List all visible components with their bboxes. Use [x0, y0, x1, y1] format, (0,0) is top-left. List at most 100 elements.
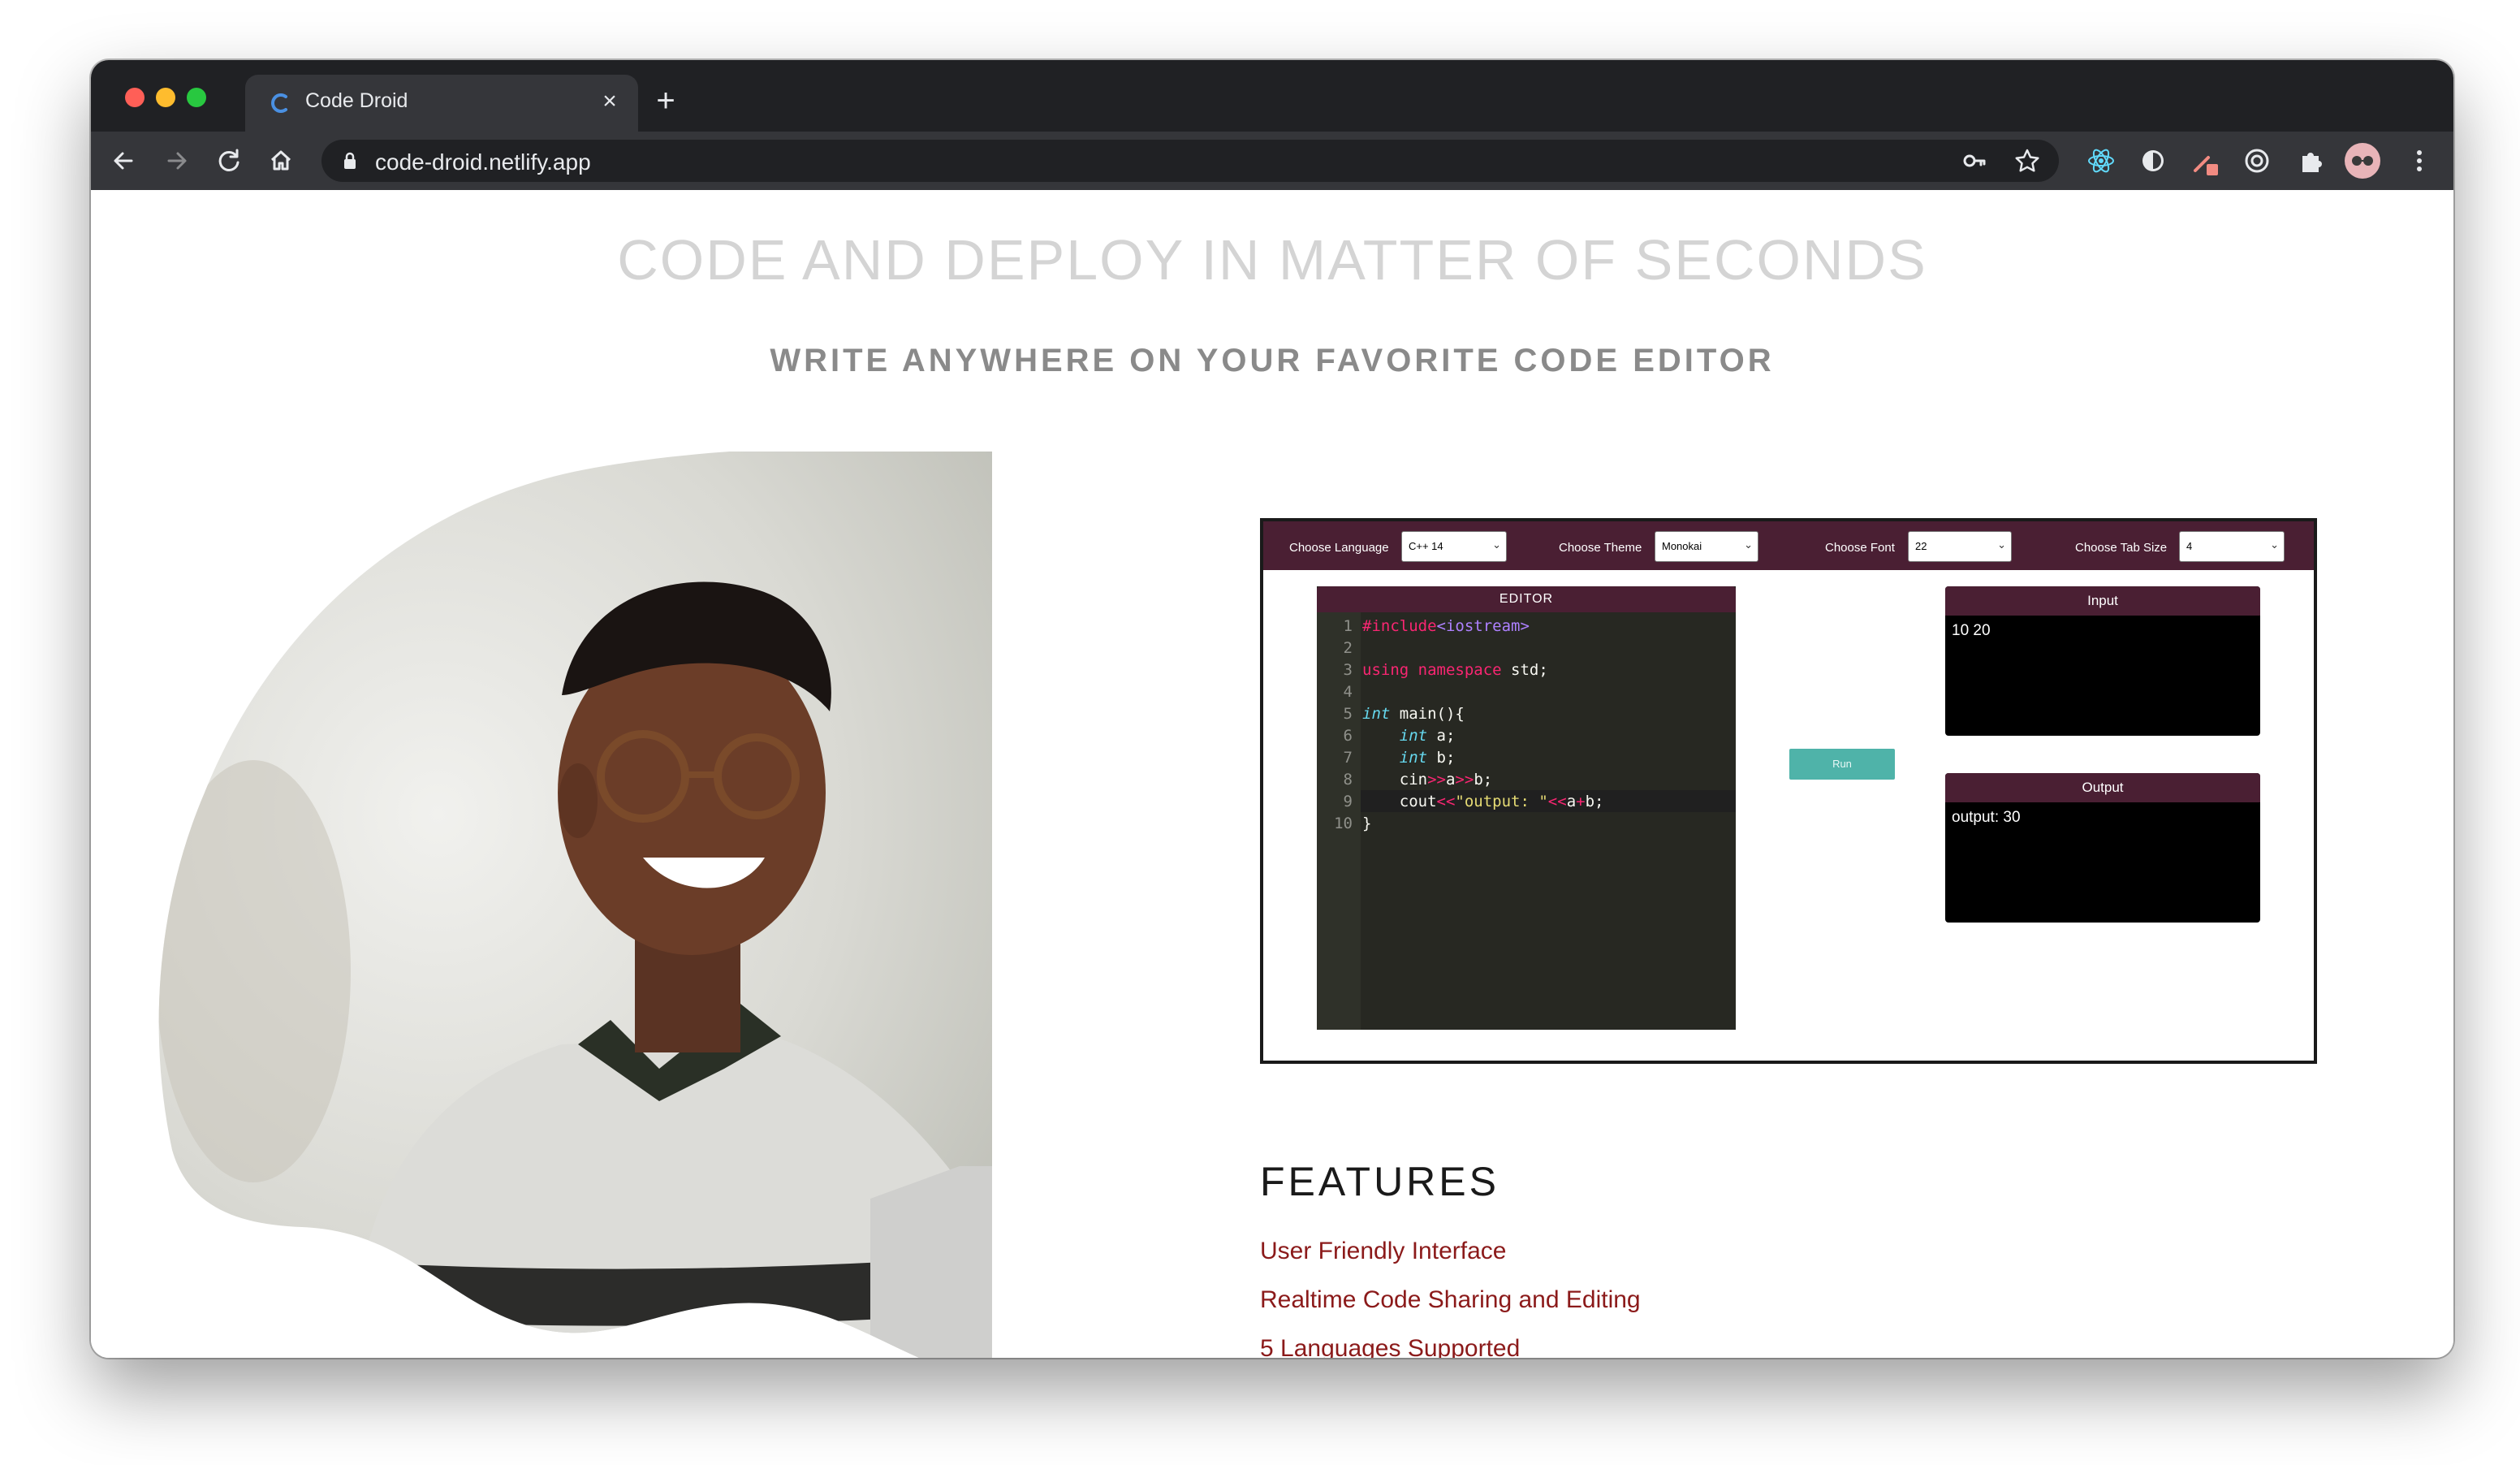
code-line[interactable]: int b; — [1362, 749, 1456, 767]
code-token: int — [1362, 727, 1428, 745]
code-token: main(){ — [1390, 705, 1465, 723]
key-icon[interactable] — [1961, 148, 1987, 174]
home-icon[interactable] — [263, 143, 299, 179]
hero-title: CODE AND DEPLOY IN MATTER OF SECONDS — [617, 228, 1927, 292]
code-line[interactable]: using namespace std; — [1362, 661, 1548, 679]
line-number: 1 — [1343, 617, 1353, 635]
code-token: b; — [1474, 771, 1493, 789]
back-icon[interactable] — [106, 143, 141, 179]
line-number: 8 — [1343, 771, 1353, 789]
theme-label: Choose Theme — [1559, 541, 1642, 555]
reload-icon[interactable] — [211, 143, 247, 179]
language-value: C++ 14 — [1409, 540, 1443, 552]
line-number: 3 — [1343, 661, 1353, 679]
code-token: cin — [1362, 771, 1428, 789]
font-value: 22 — [1915, 540, 1927, 552]
code-token: << — [1547, 793, 1567, 810]
new-tab-button[interactable]: + — [649, 84, 682, 119]
address-bar[interactable]: code-droid.netlify.app — [321, 140, 2059, 182]
target-icon[interactable] — [2239, 143, 2275, 179]
output-text: output: 30 — [1952, 809, 2021, 826]
line-number: 6 — [1343, 727, 1353, 745]
browser-window: Code Droid × + code-droid.netlify.app CO… — [91, 60, 2453, 1358]
hero-photo — [158, 452, 992, 1358]
chevron-down-icon: ⌄ — [2270, 538, 2279, 551]
line-number: 10 — [1334, 815, 1353, 832]
url-text[interactable]: code-droid.netlify.app — [375, 149, 591, 175]
code-token: a; — [1427, 727, 1456, 745]
tab-title: Code Droid — [305, 89, 408, 112]
extension-icon[interactable] — [2135, 143, 2171, 179]
output-title: Output — [1945, 773, 2260, 802]
language-label: Choose Language — [1289, 541, 1389, 555]
eyedropper-icon[interactable] — [2187, 143, 2223, 179]
input-field[interactable]: 10 20 — [1952, 622, 1991, 640]
run-button[interactable]: Run — [1789, 749, 1895, 780]
code-line[interactable]: int main(){ — [1362, 705, 1465, 723]
forward-icon[interactable] — [159, 143, 195, 179]
line-number: 9 — [1343, 793, 1353, 810]
tab-size-select[interactable]: 4 ⌄ — [2179, 531, 2285, 562]
input-title: Input — [1945, 586, 2260, 616]
tab-size-value: 4 — [2186, 540, 2193, 552]
browser-toolbar: code-droid.netlify.app — [91, 132, 2453, 190]
avatar-glasses-icon — [2352, 156, 2373, 166]
code-token: b; — [1585, 793, 1604, 810]
theme-value: Monokai — [1662, 540, 1702, 552]
code-line[interactable]: cin>>a>>b; — [1362, 771, 1492, 789]
close-tab-icon[interactable]: × — [596, 88, 624, 115]
code-token: using namespace — [1362, 661, 1502, 679]
feature-item: 5 Languages Supported — [1260, 1335, 1521, 1358]
code-droid-favicon-icon — [271, 93, 287, 113]
feature-item: Realtime Code Sharing and Editing — [1260, 1286, 1641, 1313]
code-line[interactable]: } — [1362, 815, 1371, 832]
tab-size-label: Choose Tab Size — [2075, 541, 2168, 555]
avatar[interactable] — [2345, 143, 2380, 179]
code-line[interactable]: #include<iostream> — [1362, 617, 1530, 635]
line-number-gutter: 1 2 3 4 5 6 7 8 9 10 — [1317, 612, 1361, 1030]
code-line[interactable]: cout<<"output: "<<a+b; — [1362, 793, 1604, 810]
code-token: a — [1445, 771, 1456, 789]
features-heading: FEATURES — [1260, 1159, 1499, 1204]
code-editor-widget: Choose Language C++ 14 ⌄ Choose Theme Mo… — [1260, 518, 2317, 1064]
theme-select[interactable]: Monokai ⌄ — [1655, 531, 1758, 562]
code-editor[interactable]: EDITOR 1 2 3 4 5 6 7 8 9 10 #include<ios… — [1317, 586, 1736, 1030]
feature-item: User Friendly Interface — [1260, 1238, 1507, 1264]
code-token: std; — [1501, 661, 1548, 679]
editor-options-bar: Choose Language C++ 14 ⌄ Choose Theme Mo… — [1263, 521, 2314, 570]
editor-title: EDITOR — [1317, 586, 1736, 612]
code-token: #include — [1362, 617, 1437, 635]
tab-code-droid[interactable]: Code Droid × — [245, 75, 638, 132]
code-token: int — [1362, 705, 1391, 723]
line-number: 4 — [1343, 683, 1353, 701]
code-token: "output: " — [1455, 793, 1548, 810]
close-window-button[interactable] — [125, 88, 145, 107]
code-token: <iostream> — [1436, 617, 1530, 635]
react-devtools-icon[interactable] — [2083, 143, 2119, 179]
line-number: 7 — [1343, 749, 1353, 767]
font-label: Choose Font — [1825, 541, 1895, 555]
line-number: 5 — [1343, 705, 1353, 723]
chevron-down-icon: ⌄ — [1492, 538, 1501, 551]
lock-icon[interactable] — [339, 150, 360, 171]
hero-subtitle: WRITE ANYWHERE ON YOUR FAVORITE CODE EDI… — [770, 343, 1775, 378]
code-token: << — [1436, 793, 1456, 810]
minimize-window-button[interactable] — [156, 88, 175, 107]
code-token: int — [1362, 749, 1428, 767]
code-token: >> — [1427, 771, 1446, 789]
code-token: >> — [1455, 771, 1474, 789]
tab-strip: Code Droid × + — [91, 60, 2453, 132]
star-icon[interactable] — [2013, 147, 2041, 175]
chevron-down-icon: ⌄ — [1744, 538, 1753, 551]
code-token: + — [1576, 793, 1586, 810]
code-token: a — [1566, 793, 1577, 810]
page-content: CODE AND DEPLOY IN MATTER OF SECONDS WRI… — [91, 190, 2453, 1358]
zoom-window-button[interactable] — [187, 88, 206, 107]
font-select[interactable]: 22 ⌄ — [1908, 531, 2012, 562]
puzzle-icon[interactable] — [2293, 143, 2328, 179]
input-panel: Input 10 20 — [1945, 586, 2260, 736]
language-select[interactable]: C++ 14 ⌄ — [1401, 531, 1507, 562]
code-line[interactable]: int a; — [1362, 727, 1456, 745]
kebab-menu-icon[interactable] — [2401, 143, 2437, 179]
chevron-down-icon: ⌄ — [1997, 538, 2006, 551]
